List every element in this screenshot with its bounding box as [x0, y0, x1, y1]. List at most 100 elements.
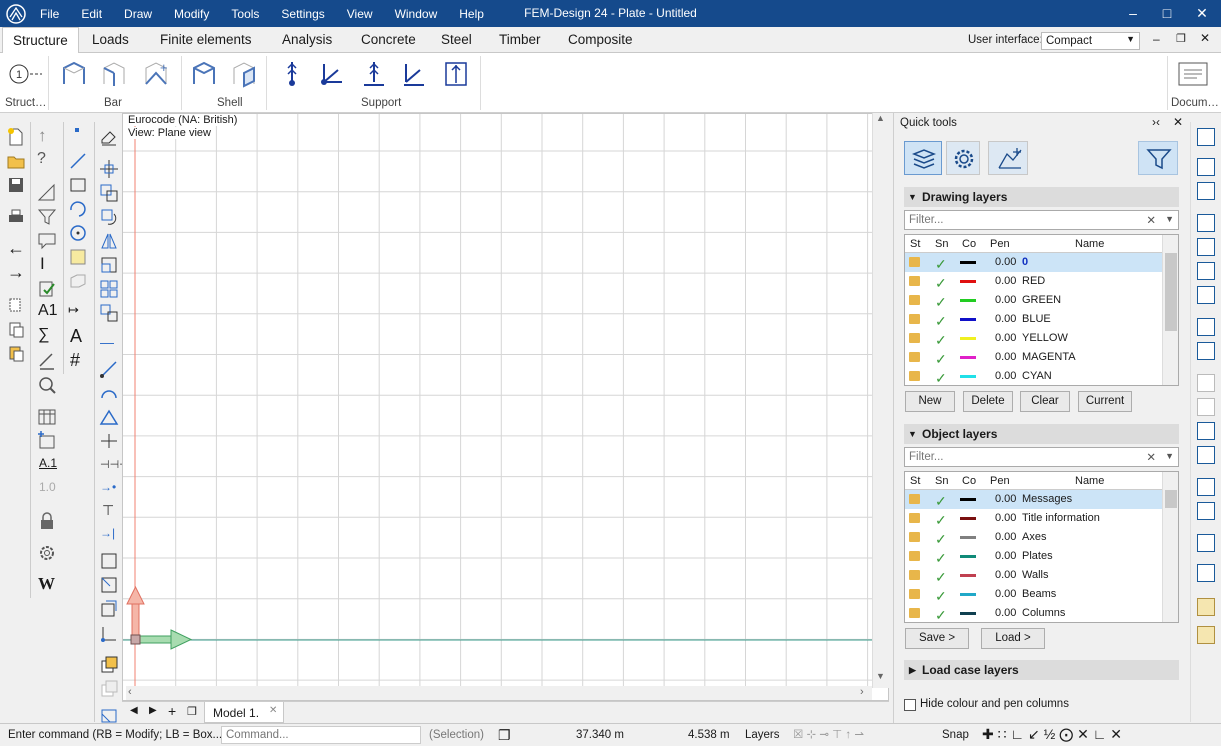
tab-composite[interactable]: Composite — [558, 27, 643, 53]
layer-color-swatch[interactable] — [960, 555, 976, 558]
chevron-down-icon[interactable]: ▼ — [1165, 214, 1174, 224]
iso-view-icon[interactable] — [1197, 598, 1215, 616]
edit-line-icon[interactable] — [36, 350, 58, 372]
tab-steel[interactable]: Steel — [431, 27, 482, 53]
snap-options-icons[interactable]: ☒ ⊹ ⊸ ⊤ ↑ ⇀ — [793, 727, 864, 741]
lock-icon[interactable] — [909, 352, 920, 362]
rectangle-icon[interactable] — [67, 174, 89, 196]
text-a1-icon[interactable]: A1 — [38, 302, 58, 320]
open-folder-icon[interactable] — [5, 150, 27, 172]
line-support-icon[interactable] — [318, 60, 346, 88]
fillet-icon[interactable] — [98, 382, 120, 404]
redo-icon[interactable]: → — [7, 262, 25, 283]
documentation-icon[interactable] — [1177, 60, 1209, 88]
layer-color-swatch[interactable] — [960, 612, 976, 615]
scale-icon[interactable] — [98, 254, 120, 276]
text-style-icon[interactable]: A.1 — [39, 456, 57, 470]
maximize-button[interactable]: □ — [1150, 0, 1184, 27]
layer-delete-button[interactable]: Delete — [963, 391, 1013, 412]
tab-analysis[interactable]: Analysis — [272, 27, 342, 53]
layer-current-button[interactable]: Current — [1078, 391, 1132, 412]
layer-color-swatch[interactable] — [960, 318, 976, 321]
ruler-icon[interactable] — [36, 182, 58, 204]
lock-icon[interactable] — [909, 333, 920, 343]
checkmark-icon[interactable]: ✓ — [935, 294, 947, 311]
layer-row[interactable]: ✓ 0.00 Plates — [905, 547, 1178, 566]
surface-support-icon[interactable] — [360, 60, 388, 88]
lock-icon[interactable] — [909, 551, 920, 561]
layer-color-swatch[interactable] — [960, 375, 976, 378]
checkmark-icon[interactable]: ✓ — [935, 512, 947, 529]
checkmark-icon[interactable]: ✓ — [935, 531, 947, 548]
copy-view-icon[interactable] — [1197, 422, 1215, 440]
lock-icon[interactable] — [909, 314, 920, 324]
checkmark-icon[interactable]: ✓ — [935, 256, 947, 273]
filter-icon[interactable] — [36, 206, 58, 228]
beam-icon[interactable] — [60, 60, 88, 88]
checkmark-icon[interactable]: ✓ — [935, 351, 947, 368]
hash-icon[interactable]: # — [70, 350, 80, 371]
layer-row[interactable]: ✓ 0.00 Axes — [905, 528, 1178, 547]
zoom-icon[interactable] — [36, 374, 58, 396]
select-view-icon[interactable] — [1197, 502, 1215, 520]
fixed-support-icon[interactable] — [400, 60, 428, 88]
undo-icon[interactable]: ← — [7, 238, 25, 259]
offset-icon[interactable]: — — [100, 334, 114, 350]
tab-structure[interactable]: Structure — [2, 27, 79, 54]
tab-finite-elements[interactable]: Finite elements — [150, 27, 262, 53]
layer-color-swatch[interactable] — [960, 280, 976, 283]
point-support-icon[interactable] — [278, 60, 306, 88]
trim-icon[interactable] — [98, 430, 120, 452]
layer-row[interactable]: ✓ 0.00 MAGENTA — [905, 348, 1178, 367]
layer-row[interactable]: ✓ 0.00 CYAN — [905, 367, 1178, 385]
checkmark-icon[interactable]: ✓ — [935, 313, 947, 330]
checkmark-icon[interactable]: ✓ — [935, 607, 947, 622]
layer-color-swatch[interactable] — [960, 261, 976, 264]
prev-view-icon[interactable] — [1197, 374, 1215, 392]
eraser-icon[interactable] — [98, 126, 120, 148]
copy-move-icon[interactable] — [98, 182, 120, 204]
lock-icon[interactable] — [909, 276, 920, 286]
view-top-icon[interactable] — [1197, 286, 1215, 304]
layer-color-swatch[interactable] — [960, 574, 976, 577]
block-icon[interactable] — [98, 654, 120, 676]
layer-row[interactable]: ✓ 0.00 RED — [905, 272, 1178, 291]
circle-icon[interactable] — [67, 222, 89, 244]
rotate-icon[interactable] — [98, 206, 120, 228]
checkmark-icon[interactable]: ✓ — [935, 588, 947, 605]
layer-row[interactable]: ✓ 0.00 0 — [905, 253, 1178, 272]
layers-view-button[interactable] — [904, 141, 942, 175]
checkmark-icon[interactable]: ✓ — [935, 550, 947, 567]
tab-list-icon[interactable]: ❐ — [187, 705, 197, 718]
layer-row[interactable]: ✓ 0.00 Columns — [905, 604, 1178, 622]
lock-icon[interactable] — [909, 371, 920, 381]
menu-help[interactable]: Help — [459, 7, 484, 21]
hide-colour-checkbox[interactable] — [904, 699, 916, 711]
clear-filter-icon[interactable]: ✕ — [1146, 213, 1156, 227]
selection-status[interactable]: (Selection) — [429, 729, 484, 741]
line-draw-icon[interactable] — [67, 150, 89, 172]
box-icon[interactable] — [67, 270, 89, 292]
tab-loads[interactable]: Loads — [82, 27, 139, 53]
save-icon[interactable] — [5, 174, 27, 196]
tab-concrete[interactable]: Concrete — [351, 27, 426, 53]
filter-button[interactable] — [1138, 141, 1178, 175]
menu-draw[interactable]: Draw — [124, 7, 152, 21]
lock-icon[interactable] — [36, 510, 58, 532]
scroll-left-icon[interactable]: ‹ — [128, 686, 132, 698]
table-icon[interactable] — [36, 406, 58, 428]
layer-save-button[interactable]: Save > — [905, 628, 969, 649]
lock-icon[interactable] — [909, 513, 920, 523]
menu-settings[interactable]: Settings — [281, 7, 324, 21]
layer-row[interactable]: ✓ 0.00 Title information — [905, 509, 1178, 528]
stretch-icon[interactable] — [98, 302, 120, 324]
layer-color-swatch[interactable] — [960, 337, 976, 340]
print-icon[interactable] — [5, 206, 27, 228]
point-icon[interactable] — [75, 128, 79, 132]
arc-icon[interactable] — [67, 198, 89, 220]
plate-icon[interactable] — [190, 60, 218, 88]
scroll-up-icon[interactable]: ▲ — [876, 113, 885, 123]
truss-icon[interactable]: + — [142, 60, 170, 88]
box-view-icon[interactable] — [1197, 626, 1215, 644]
help-icon[interactable]: ? — [37, 150, 46, 168]
